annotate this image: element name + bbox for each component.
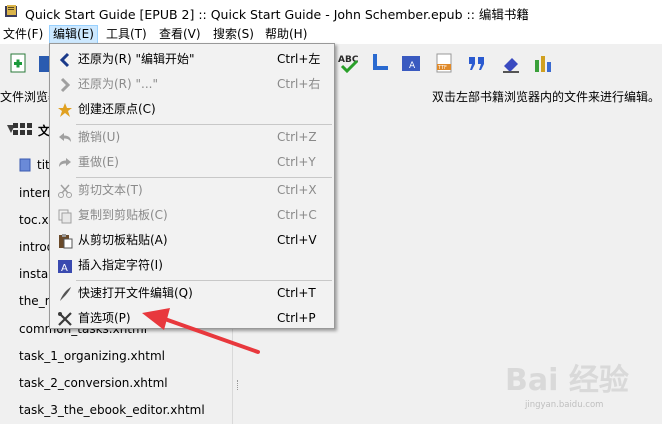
preferences-tools-icon [58,312,72,326]
menu-item-shortcut: Ctrl+左 [277,52,321,66]
menu-file[interactable]: 文件(F) [0,26,46,43]
menu-item-shortcut: Ctrl+Y [277,155,316,169]
reports-icon[interactable] [368,52,390,74]
menu-item-cut: 剪切文本(T) Ctrl+X [50,178,334,203]
chevron-left-icon [59,52,70,68]
menu-item-shortcut: Ctrl+P [277,311,316,325]
menu-item-revert-to-next: 还原为(R) "..." Ctrl+右 [50,72,334,97]
quotes-icon[interactable] [466,52,488,74]
menu-item-undo: 撤销(U) Ctrl+Z [50,125,334,150]
svg-text:A: A [409,61,416,71]
menu-item-shortcut: Ctrl+V [277,233,317,247]
edit-menu-dropdown: 还原为(R) "编辑开始" Ctrl+左 还原为(R) "..." Ctrl+右… [49,43,335,329]
title-bar: Quick Start Guide [EPUB 2] :: Quick Star… [0,0,662,24]
tree-file-item[interactable]: task_3_the_ebook_editor.xhtml [19,403,205,417]
scissors-icon [58,184,72,198]
window-title: Quick Start Guide [EPUB 2] :: Quick Star… [25,7,529,22]
checkpoint-star-icon [58,103,72,117]
paste-icon [59,234,73,249]
menu-item-shortcut: Ctrl+右 [277,77,321,91]
menu-item-label: 还原为(R) "..." [78,77,158,91]
menu-item-label: 创建还原点(C) [78,102,156,116]
menu-view[interactable]: 查看(V) [156,26,204,43]
statistics-icon[interactable] [532,52,554,74]
menu-item-label: 还原为(R) "编辑开始" [78,52,195,66]
menu-item-insert-character[interactable]: A 插入指定字符(I) [50,253,334,278]
watermark-brand: Bai 经验 [505,363,629,398]
menu-tools[interactable]: 工具(T) [103,26,150,43]
menu-item-redo: 重做(E) Ctrl+Y [50,150,334,175]
menu-item-copy: 复制到剪贴板(C) Ctrl+C [50,203,334,228]
tree-file-item[interactable]: instal [19,267,52,281]
add-image-icon[interactable]: A [400,52,422,74]
menu-item-revert-to-start[interactable]: 还原为(R) "编辑开始" Ctrl+左 [50,47,334,72]
menu-search[interactable]: 搜索(S) [210,26,257,43]
annotation-arrow [142,308,260,354]
chevron-right-icon [60,77,71,93]
svg-text:A: A [61,263,68,274]
menu-edit[interactable]: 编辑(E) [49,25,98,44]
eraser-icon[interactable] [500,52,522,74]
tree-file-item[interactable]: tit [37,158,50,172]
undo-icon [59,133,71,142]
menu-bar: 文件(F) 编辑(E) 工具(T) 查看(V) 搜索(S) 帮助(H) [0,24,662,44]
add-file-icon[interactable] [8,52,30,74]
ttf-font-icon[interactable]: TTF [433,52,455,74]
menu-item-label: 撤销(U) [78,130,121,144]
menu-item-shortcut: Ctrl+C [277,208,317,222]
splitter-grip[interactable] [237,380,240,390]
menu-item-shortcut: Ctrl+Z [277,130,317,144]
menu-help[interactable]: 帮助(H) [262,26,310,43]
menu-item-label: 复制到剪贴板(C) [78,208,168,222]
calibre-app-icon [5,5,17,17]
menu-item-shortcut: Ctrl+X [277,183,317,197]
svg-text:TTF: TTF [437,65,447,71]
tree-file-item[interactable]: task_2_conversion.xhtml [19,376,168,390]
menu-item-paste[interactable]: 从剪切板粘贴(A) Ctrl+V [50,228,334,253]
menu-item-create-checkpoint[interactable]: 创建还原点(C) [50,97,334,122]
menu-item-label: 剪切文本(T) [78,183,143,197]
watermark-url: jingyan.baidu.com [525,400,604,410]
menu-item-shortcut: Ctrl+T [277,286,316,300]
redo-icon [59,158,71,167]
menu-item-label: 重做(E) [78,155,119,169]
spellcheck-icon[interactable]: ABC [338,52,360,74]
quill-icon [60,287,71,301]
insert-character-icon: A [58,260,72,274]
editor-hint-text: 双击左部书籍浏览器内的文件来进行编辑。 [432,90,661,104]
html-file-icon [19,158,31,172]
menu-item-label: 从剪切板粘贴(A) [78,233,168,247]
menu-item-label: 插入指定字符(I) [78,258,163,272]
menu-item-label: 首选项(P) [78,311,131,325]
copy-icon [58,209,72,224]
folder-tree-icon [13,123,32,135]
